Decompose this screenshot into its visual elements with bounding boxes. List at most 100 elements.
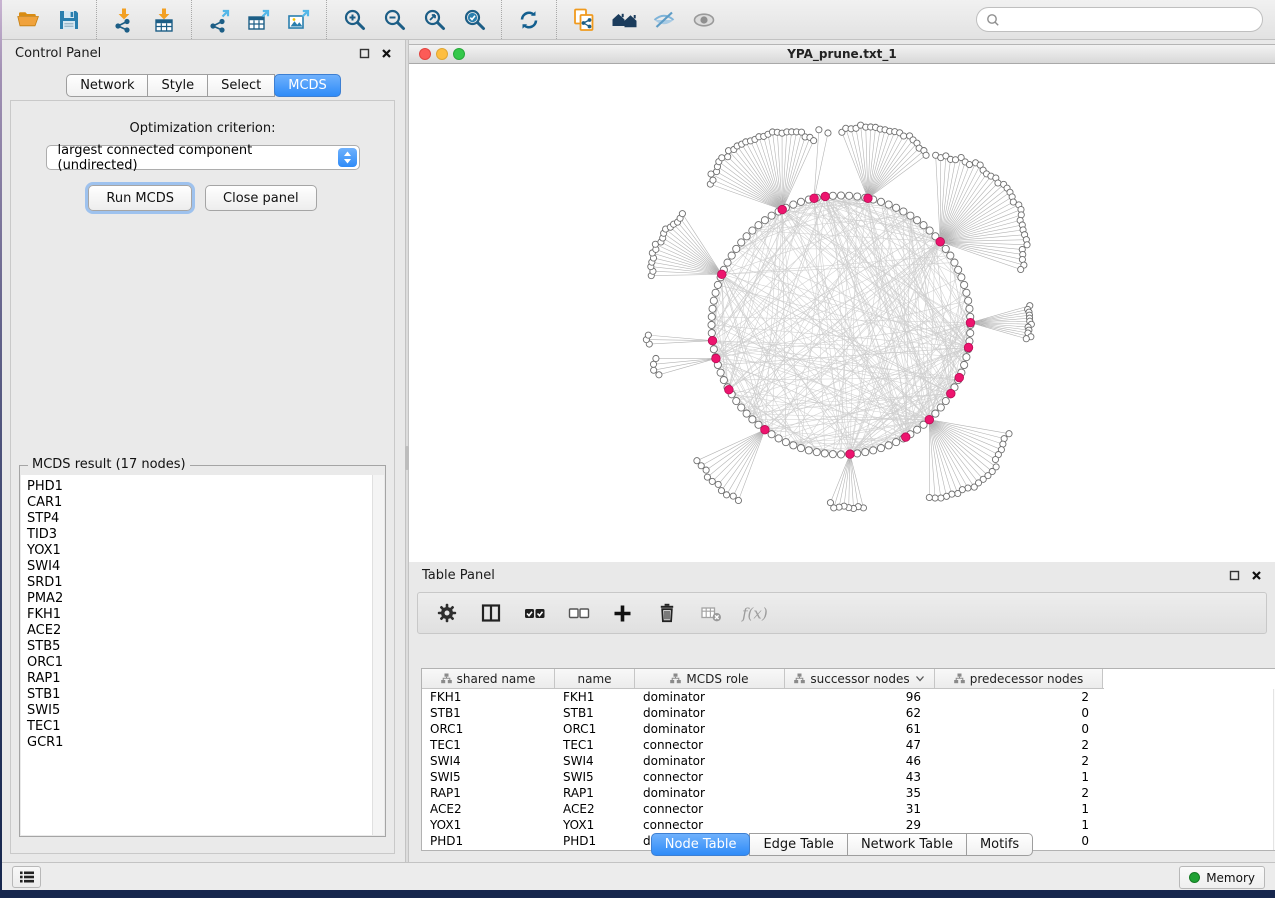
table-row[interactable]: SWI5SWI5connector431: [422, 769, 1275, 785]
table-cell: 1: [935, 770, 1103, 784]
mcds-result-list[interactable]: PHD1CAR1STP4TID3YOX1SWI4SRD1PMA2FKH1ACE2…: [21, 475, 372, 835]
memory-button[interactable]: Memory: [1179, 866, 1265, 889]
function-builder-button[interactable]: f(x): [738, 596, 771, 630]
deselect-all-button[interactable]: [562, 596, 595, 630]
attribute-icon: [441, 673, 452, 684]
tab-edge-table[interactable]: Edge Table: [749, 833, 847, 856]
log-console-button[interactable]: [12, 866, 41, 888]
table-cell: 96: [785, 690, 935, 704]
close-panel-button[interactable]: Close panel: [205, 185, 317, 211]
tab-style[interactable]: Style: [147, 74, 208, 97]
table-settings-button[interactable]: [430, 596, 463, 630]
tab-mcds[interactable]: MCDS: [274, 74, 341, 97]
zoom-traffic-light[interactable]: [453, 48, 465, 60]
column-header-predecessor-nodes[interactable]: predecessor nodes: [935, 669, 1103, 688]
mcds-result-item[interactable]: CAR1: [27, 495, 372, 511]
mcds-result-item[interactable]: SRD1: [27, 575, 372, 591]
close-traffic-light[interactable]: [419, 48, 431, 60]
mcds-result-item[interactable]: SWI5: [27, 703, 372, 719]
export-table-icon: [246, 7, 272, 33]
table-cell: dominator: [635, 722, 785, 736]
table-row[interactable]: FKH1FKH1dominator962: [422, 689, 1275, 705]
first-neighbors-button[interactable]: [604, 2, 644, 38]
close-panel-icon-button[interactable]: [381, 48, 392, 59]
mcds-result-item[interactable]: STP4: [27, 511, 372, 527]
zoom-out-button[interactable]: [374, 2, 414, 38]
show-all-button[interactable]: [684, 2, 724, 38]
open-file-button[interactable]: [9, 2, 49, 38]
delete-table-icon: [700, 603, 722, 623]
network-graph[interactable]: [409, 65, 1275, 562]
column-header-mcds-role[interactable]: MCDS role: [635, 669, 785, 688]
import-network-button[interactable]: [104, 2, 144, 38]
add-row-icon: [612, 603, 633, 624]
show-columns-button[interactable]: [474, 596, 507, 630]
run-mcds-button[interactable]: Run MCDS: [88, 185, 192, 211]
close-table-panel-button[interactable]: [1251, 570, 1262, 581]
zoom-selected-button[interactable]: [454, 2, 494, 38]
tab-network[interactable]: Network: [66, 74, 148, 97]
table-row[interactable]: STB1STB1dominator620: [422, 705, 1275, 721]
table-cell: connector: [635, 770, 785, 784]
hide-selected-button[interactable]: [644, 2, 684, 38]
float-table-panel-button[interactable]: [1229, 570, 1240, 581]
mcds-list-scrollbar[interactable]: [372, 475, 384, 835]
table-cell: TEC1: [422, 738, 555, 752]
minimize-traffic-light[interactable]: [436, 48, 448, 60]
table-row[interactable]: RAP1RAP1dominator352: [422, 785, 1275, 801]
zoom-fit-button[interactable]: [414, 2, 454, 38]
table-cell: 0: [935, 722, 1103, 736]
search-box[interactable]: [976, 7, 1263, 32]
column-header-successor-nodes[interactable]: successor nodes: [785, 669, 935, 688]
mcds-result-item[interactable]: ORC1: [27, 655, 372, 671]
mcds-result-item[interactable]: RAP1: [27, 671, 372, 687]
table-row[interactable]: SWI4SWI4dominator462: [422, 753, 1275, 769]
zoom-in-icon: [342, 7, 367, 32]
network-window-titlebar[interactable]: YPA_prune.txt_1: [409, 45, 1275, 64]
tab-select[interactable]: Select: [207, 74, 275, 97]
search-input[interactable]: [1005, 13, 1253, 27]
table-cell: connector: [635, 818, 785, 832]
control-panel-header: Control Panel: [2, 40, 405, 66]
mcds-result-item[interactable]: TID3: [27, 527, 372, 543]
mcds-panel: Optimization criterion: largest connecte…: [10, 100, 395, 854]
mcds-result-item[interactable]: GCR1: [27, 735, 372, 751]
export-network-button[interactable]: [199, 2, 239, 38]
network-canvas[interactable]: [409, 65, 1275, 562]
mcds-result-item[interactable]: PHD1: [27, 479, 372, 495]
refresh-view-button[interactable]: [509, 2, 549, 38]
mcds-result-item[interactable]: TEC1: [27, 719, 372, 735]
mcds-result-item[interactable]: STB5: [27, 639, 372, 655]
select-all-button[interactable]: [518, 596, 551, 630]
mcds-result-item[interactable]: SWI4: [27, 559, 372, 575]
column-header-shared-name[interactable]: shared name: [422, 669, 555, 688]
mcds-result-item[interactable]: PMA2: [27, 591, 372, 607]
export-table-button[interactable]: [239, 2, 279, 38]
tab-node-table[interactable]: Node Table: [651, 833, 751, 856]
mcds-result-item[interactable]: STB1: [27, 687, 372, 703]
import-table-button[interactable]: [144, 2, 184, 38]
delete-rows-button[interactable]: [650, 596, 683, 630]
table-row[interactable]: ACE2ACE2connector311: [422, 801, 1275, 817]
mcds-result-item[interactable]: FKH1: [27, 607, 372, 623]
mcds-result-item[interactable]: YOX1: [27, 543, 372, 559]
export-image-button[interactable]: [279, 2, 319, 38]
optimization-criterion-select[interactable]: largest connected component (undirected): [46, 145, 360, 170]
delete-table-button[interactable]: [694, 596, 727, 630]
tab-network-table[interactable]: Network Table: [847, 833, 967, 856]
tab-motifs[interactable]: Motifs: [966, 833, 1033, 856]
main-toolbar: [2, 0, 1275, 40]
clone-network-button[interactable]: [564, 2, 604, 38]
table-cell: connector: [635, 738, 785, 752]
table-row[interactable]: ORC1ORC1dominator610: [422, 721, 1275, 737]
table-cell: SWI5: [422, 770, 555, 784]
float-panel-button[interactable]: [359, 48, 370, 59]
column-header-name[interactable]: name: [555, 669, 635, 688]
add-row-button[interactable]: [606, 596, 639, 630]
table-row[interactable]: TEC1TEC1connector472: [422, 737, 1275, 753]
table-row[interactable]: YOX1YOX1connector291: [422, 817, 1275, 833]
zoom-in-button[interactable]: [334, 2, 374, 38]
save-session-button[interactable]: [49, 2, 89, 38]
mcds-result-item[interactable]: ACE2: [27, 623, 372, 639]
table-cell: SWI5: [555, 770, 635, 784]
